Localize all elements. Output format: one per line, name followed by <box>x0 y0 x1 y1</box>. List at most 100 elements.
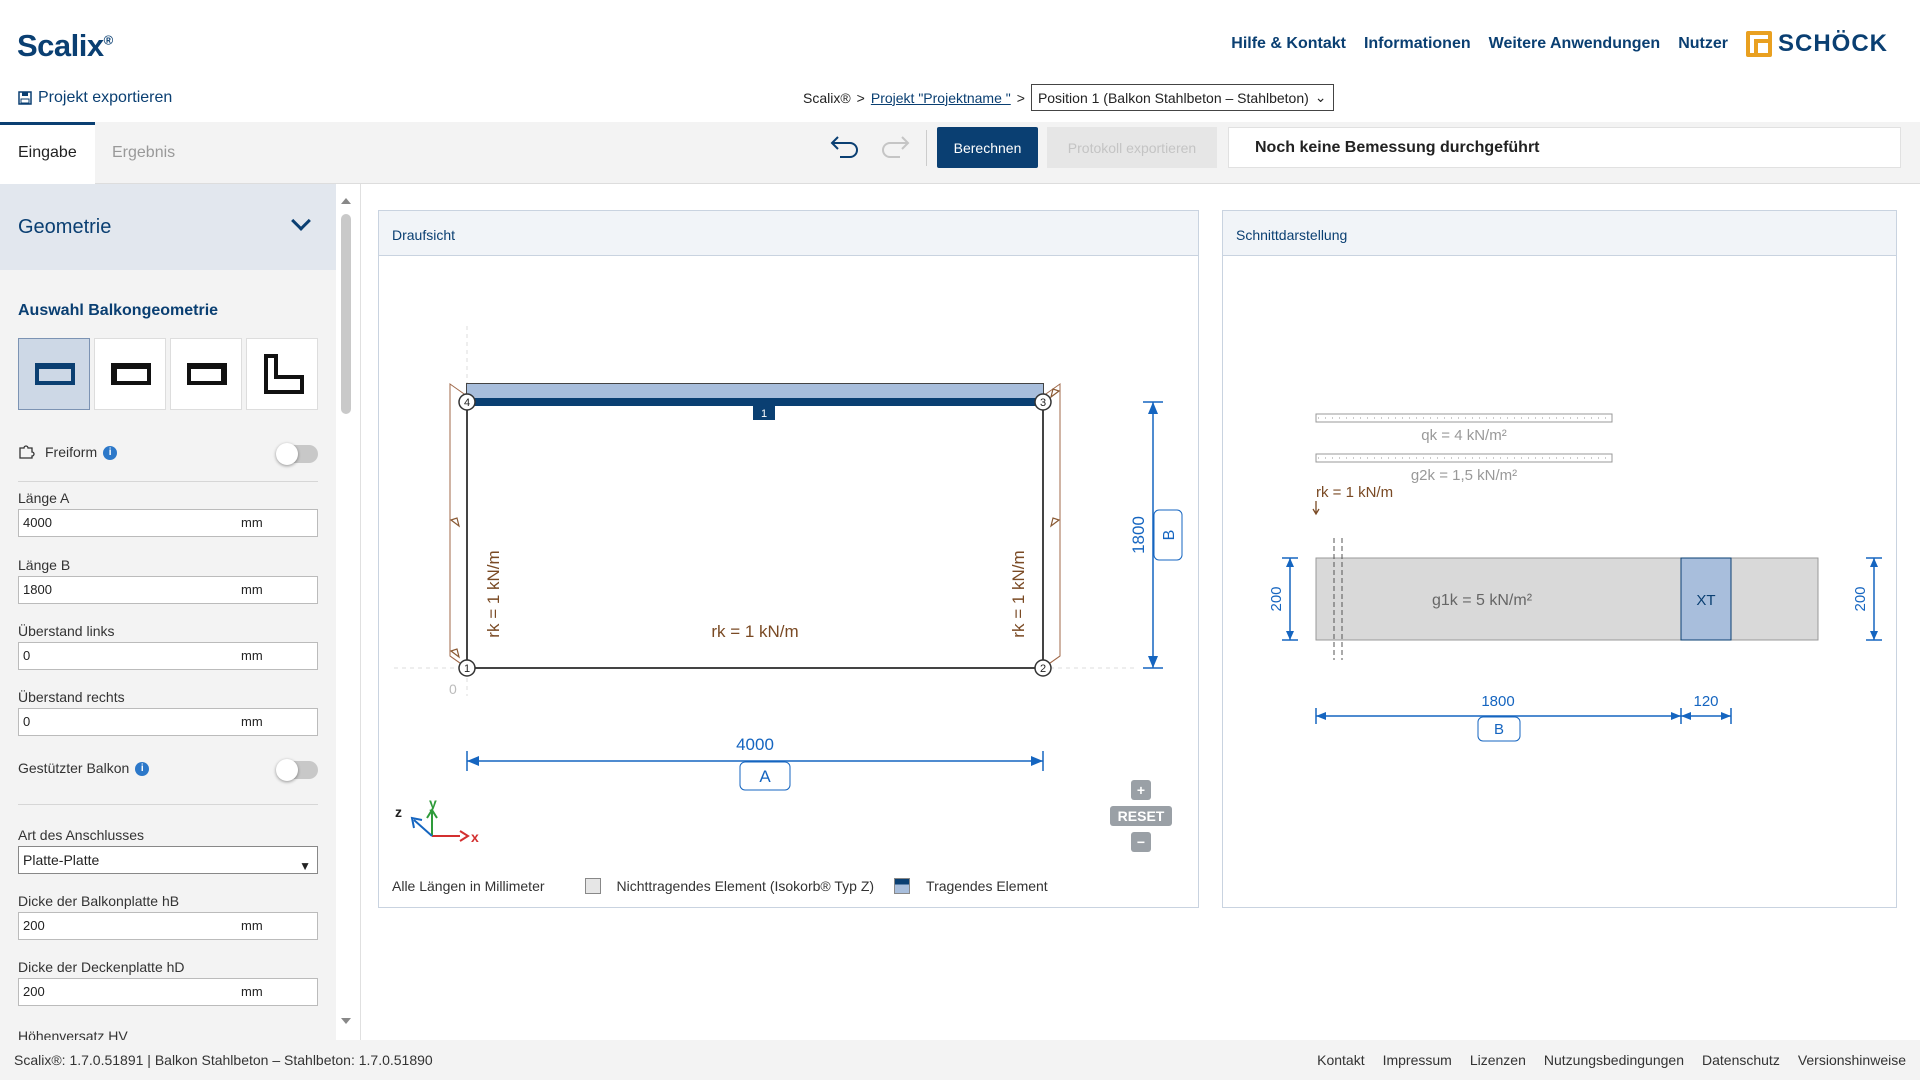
freeform-toggle[interactable] <box>276 443 318 465</box>
origin-label: 0 <box>449 681 457 697</box>
rect-two-side-icon <box>111 363 151 385</box>
sidebar: Geometrie Auswahl Balkongeometrie Freifo… <box>0 184 336 1040</box>
rect-one-side-icon <box>35 363 75 385</box>
save-icon <box>18 91 32 105</box>
footer-link-privacy[interactable]: Datenschutz <box>1702 1052 1780 1068</box>
zoom-in-button[interactable]: + <box>1131 780 1151 800</box>
top-navigation: Hilfe & Kontakt Informationen Weitere An… <box>1231 30 1888 58</box>
height-right-value: 200 <box>1852 586 1869 611</box>
footer: Scalix®: 1.7.0.51891 | Balkon Stahlbeton… <box>0 1040 1920 1080</box>
geometry-option-2[interactable] <box>94 338 166 410</box>
node-4: 4 <box>464 397 470 409</box>
nav-apps[interactable]: Weitere Anwendungen <box>1489 35 1661 53</box>
g2k-label: g2k = 1,5 kN/m² <box>1411 467 1517 484</box>
footer-links: Kontakt Impressum Lizenzen Nutzungsbedin… <box>1317 1052 1906 1068</box>
g1k-label: g1k = 5 kN/m² <box>1432 592 1533 609</box>
length-a-unit: mm <box>241 515 263 530</box>
overhang-left-label: Überstand links <box>18 623 115 639</box>
l-shape-icon <box>264 354 304 394</box>
legend-bearing-swatch <box>894 878 911 894</box>
nav-help[interactable]: Hilfe & Kontakt <box>1231 35 1346 53</box>
overhang-left-unit: mm <box>241 648 263 663</box>
schoeck-logo[interactable]: SCHÖCK <box>1745 30 1888 58</box>
footer-link-contact[interactable]: Kontakt <box>1317 1052 1364 1068</box>
redo-icon[interactable] <box>880 133 910 159</box>
geometry-option-1[interactable] <box>18 338 90 410</box>
supported-balcony-label: Gestützter Balkon i <box>18 760 150 777</box>
dim-a-value: 4000 <box>736 735 774 754</box>
sidebar-scroll-thumb[interactable] <box>341 214 351 414</box>
connection-label: Art des Anschlusses <box>18 827 145 843</box>
scalix-logo[interactable]: Scalix® <box>17 28 113 64</box>
divider <box>18 804 318 805</box>
hd-label: Dicke der Deckenplatte hD <box>18 959 185 975</box>
zoom-out-button[interactable]: − <box>1131 832 1151 852</box>
node-3: 3 <box>1040 397 1046 409</box>
legend-nonbearing-swatch <box>584 878 601 894</box>
overhang-left-input[interactable]: 0 mm <box>18 642 318 670</box>
overhang-right-input[interactable]: 0 mm <box>18 708 318 736</box>
nav-user[interactable]: Nutzer <box>1678 35 1728 53</box>
section-geometry-title: Geometrie <box>18 216 112 238</box>
footer-link-imprint[interactable]: Impressum <box>1383 1052 1452 1068</box>
load-left-label: rk = 1 kN/m <box>484 550 503 637</box>
undo-icon[interactable] <box>830 133 860 159</box>
nav-info[interactable]: Informationen <box>1364 35 1471 53</box>
version-info: Scalix®: 1.7.0.51891 | Balkon Stahlbeton… <box>14 1052 433 1068</box>
breadcrumb-root: Scalix® <box>803 89 851 106</box>
footer-link-release-notes[interactable]: Versionshinweise <box>1798 1052 1906 1068</box>
hb-input[interactable]: 200 mm <box>18 912 318 940</box>
geometry-selection-title: Auswahl Balkongeometrie <box>18 302 219 319</box>
length-b-input[interactable]: 1800 mm <box>18 576 318 604</box>
supported-balcony-toggle[interactable] <box>276 759 318 781</box>
export-protocol-button[interactable]: Protokoll exportieren <box>1047 127 1217 168</box>
footer-link-terms[interactable]: Nutzungsbedingungen <box>1544 1052 1684 1068</box>
length-b-unit: mm <box>241 582 263 597</box>
info-icon[interactable]: i <box>103 446 118 461</box>
breadcrumb-separator: > <box>1016 89 1025 106</box>
axis-y-label: y <box>429 795 437 811</box>
geometry-option-3[interactable] <box>170 338 242 410</box>
legend-bearing: Tragendes Element <box>926 878 1048 894</box>
hb-value: 200 <box>23 918 45 933</box>
geometry-option-4[interactable] <box>246 338 318 410</box>
overhang-left-value: 0 <box>23 648 31 663</box>
xt-label: XT <box>1696 592 1715 609</box>
calculate-button[interactable]: Berechnen <box>937 127 1038 168</box>
hb-unit: mm <box>241 918 263 933</box>
plan-view-title: Draufsicht <box>379 211 1198 256</box>
chevron-down-icon <box>291 211 311 231</box>
footer-link-licenses[interactable]: Lizenzen <box>1470 1052 1526 1068</box>
hd-input[interactable]: 200 mm <box>18 978 318 1006</box>
hd-value: 200 <box>23 984 45 999</box>
breadcrumb-project-link[interactable]: Projekt "Projektname " <box>871 90 1011 106</box>
hv-label: Höhenversatz HV <box>18 1028 128 1040</box>
zoom-controls: + RESET − <box>1110 780 1172 858</box>
axis-x-label: x <box>471 829 479 845</box>
length-a-input[interactable]: 4000 mm <box>18 509 318 537</box>
section-geometry-header[interactable]: Geometrie <box>0 184 336 270</box>
divider <box>18 481 318 482</box>
tab-result[interactable]: Ergebnis <box>94 122 193 184</box>
info-icon[interactable]: i <box>135 762 150 777</box>
connection-select[interactable]: Platte-Platte ▼ <box>18 846 318 874</box>
height-left-value: 200 <box>1268 586 1285 611</box>
tab-input[interactable]: Eingabe <box>0 122 95 184</box>
schoeck-brand: SCHÖCK <box>1777 30 1888 57</box>
schoeck-mark-icon <box>1745 31 1772 57</box>
section-view-canvas[interactable]: qk = 4 kN/m² g2k = 1,5 kN/m² rk = 1 kN/m… <box>1222 256 1897 906</box>
export-project-link[interactable]: Projekt exportieren <box>18 89 172 107</box>
dim-a-label: A <box>759 767 771 786</box>
width-xt-value: 120 <box>1693 693 1718 710</box>
position-select-value: Position 1 (Balkon Stahlbeton – Stahlbet… <box>1037 89 1309 106</box>
legend-nonbearing: Nichttragendes Element (Isokorb® Typ Z) <box>616 878 875 894</box>
reset-button[interactable]: RESET <box>1110 806 1172 826</box>
length-b-value: 1800 <box>23 582 52 597</box>
edge-label: 1 <box>761 408 767 420</box>
axes-icon: x y z <box>395 795 479 845</box>
plan-legend: Alle Längen in Millimeter Nichttragendes… <box>392 878 1048 894</box>
app-header: Scalix® Hilfe & Kontakt Informationen We… <box>0 0 1920 122</box>
freeform-label: Freiform i <box>45 444 118 461</box>
plan-view-canvas[interactable]: 1 1 2 3 4 0 rk = 1 kN/m rk = 1 kN/m rk =… <box>378 256 1199 906</box>
position-select[interactable]: Position 1 (Balkon Stahlbeton – Stahlbet… <box>1030 84 1334 111</box>
